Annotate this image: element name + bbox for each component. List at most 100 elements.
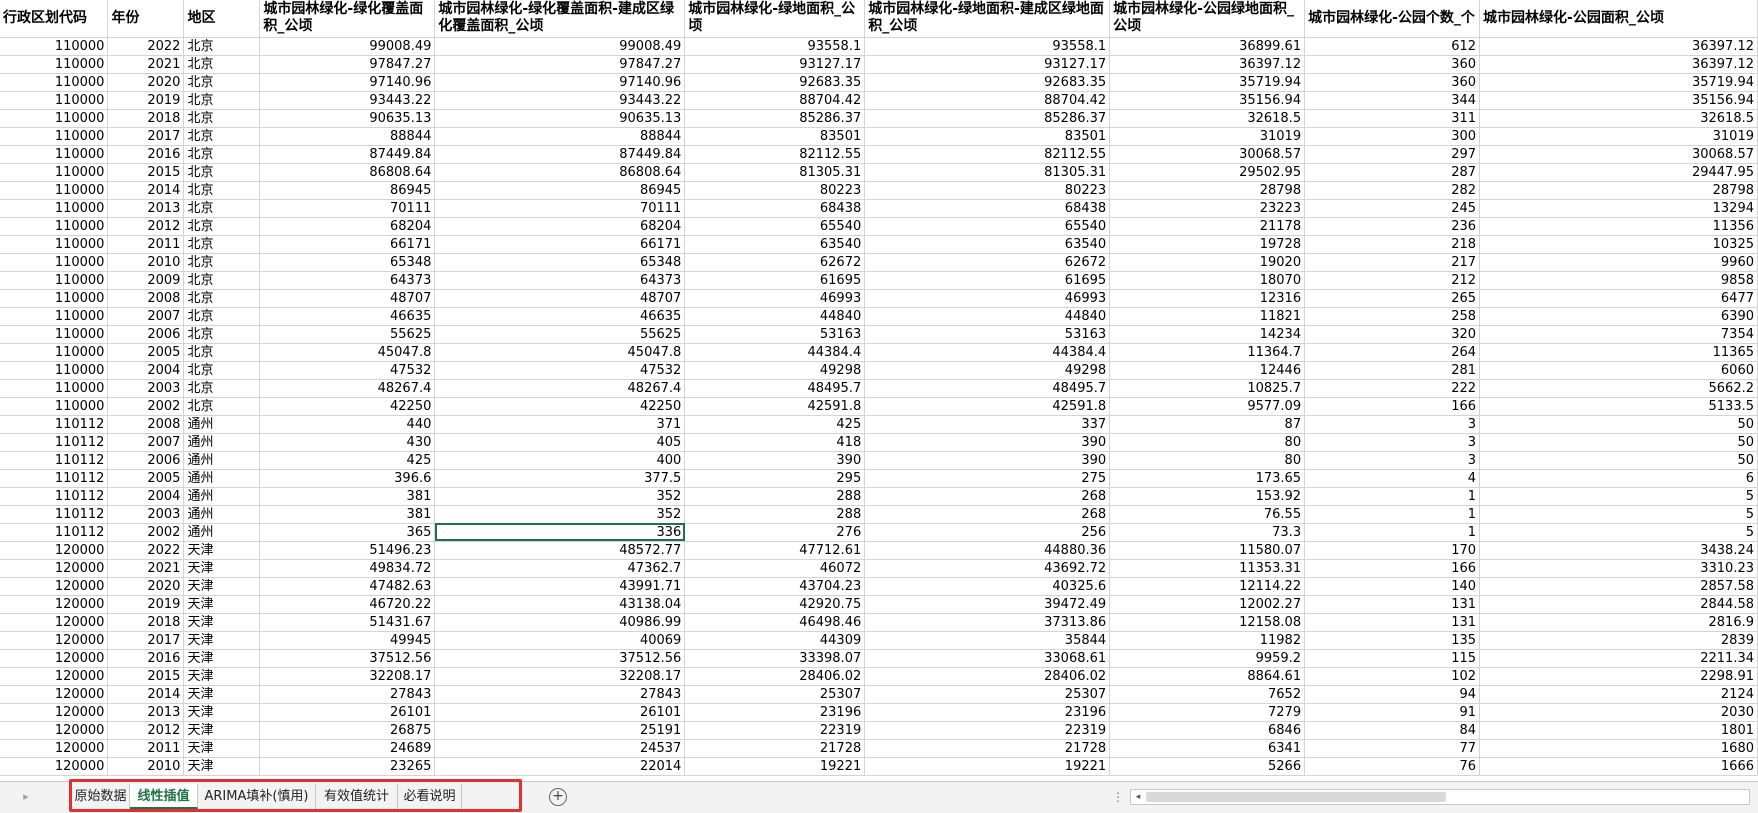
table-cell[interactable]: 46993	[684, 289, 866, 308]
table-cell[interactable]: 311	[1304, 109, 1481, 128]
table-cell[interactable]: 2006	[107, 451, 185, 470]
table-cell[interactable]: 53163	[864, 325, 1111, 344]
table-cell[interactable]: 166	[1304, 397, 1481, 416]
table-cell[interactable]: 2003	[107, 505, 185, 524]
table-cell[interactable]: 110000	[0, 343, 109, 362]
table-cell[interactable]: 276	[684, 523, 866, 542]
table-cell[interactable]: 2002	[107, 397, 185, 416]
table-cell[interactable]: 46635	[259, 307, 436, 326]
table-cell[interactable]: 通州	[183, 433, 261, 452]
table-cell[interactable]: 23223	[1109, 199, 1306, 218]
table-cell[interactable]: 62672	[864, 253, 1111, 272]
table-cell[interactable]: 北京	[183, 145, 261, 164]
table-cell[interactable]: 390	[684, 451, 866, 470]
table-cell[interactable]: 87449.84	[259, 145, 436, 164]
table-cell[interactable]: 37512.56	[259, 649, 436, 668]
column-header[interactable]: 城市园林绿化-公园面积_公顷	[1479, 0, 1758, 38]
table-cell[interactable]: 287	[1304, 163, 1481, 182]
table-cell[interactable]: 北京	[183, 289, 261, 308]
horizontal-scrollbar[interactable]: ◂	[1130, 789, 1750, 805]
table-cell[interactable]: 2003	[107, 379, 185, 398]
sheet-tab[interactable]: 有效值统计	[316, 784, 398, 809]
table-cell[interactable]: 21728	[684, 739, 866, 758]
table-cell[interactable]: 32208.17	[434, 667, 686, 686]
table-cell[interactable]: 135	[1304, 631, 1481, 650]
table-cell[interactable]: 430	[259, 433, 436, 452]
table-cell[interactable]: 6846	[1109, 721, 1306, 740]
table-cell[interactable]: 110000	[0, 199, 109, 218]
tab-nav-next-icon[interactable]: ▸	[18, 788, 34, 806]
table-cell[interactable]: 1	[1304, 487, 1481, 506]
table-cell[interactable]: 61695	[864, 271, 1111, 290]
table-cell[interactable]: 北京	[183, 217, 261, 236]
table-cell[interactable]: 49298	[684, 361, 866, 380]
table-cell[interactable]: 93558.1	[684, 37, 866, 56]
table-cell[interactable]: 北京	[183, 325, 261, 344]
table-cell[interactable]: 北京	[183, 361, 261, 380]
table-cell[interactable]: 2005	[107, 343, 185, 362]
table-cell[interactable]: 北京	[183, 127, 261, 146]
table-cell[interactable]: 47712.61	[684, 541, 866, 560]
table-cell[interactable]: 通州	[183, 451, 261, 470]
table-cell[interactable]: 110000	[0, 253, 109, 272]
table-cell[interactable]: 65348	[259, 253, 436, 272]
table-cell[interactable]: 42250	[434, 397, 686, 416]
table-cell[interactable]: 天津	[183, 595, 261, 614]
table-cell[interactable]: 88844	[259, 127, 436, 146]
table-cell[interactable]: 2011	[107, 235, 185, 254]
table-cell[interactable]: 7279	[1109, 703, 1306, 722]
table-cell[interactable]: 352	[434, 505, 686, 524]
table-cell[interactable]: 2019	[107, 91, 185, 110]
table-cell[interactable]: 120000	[0, 595, 109, 614]
table-cell[interactable]: 43991.71	[434, 577, 686, 596]
table-cell[interactable]: 166	[1304, 559, 1481, 578]
table-cell[interactable]: 44880.36	[864, 541, 1111, 560]
table-cell[interactable]: 55625	[259, 325, 436, 344]
table-cell[interactable]: 73.3	[1109, 523, 1306, 542]
table-cell[interactable]: 1801	[1479, 721, 1758, 740]
table-cell[interactable]: 102	[1304, 667, 1481, 686]
table-cell[interactable]: 2018	[107, 109, 185, 128]
table-cell[interactable]: 23265	[259, 757, 436, 776]
table-cell[interactable]: 268	[864, 505, 1111, 524]
table-cell[interactable]: 42920.75	[684, 595, 866, 614]
table-cell[interactable]: 2004	[107, 487, 185, 506]
table-cell[interactable]: 北京	[183, 397, 261, 416]
table-cell[interactable]: 北京	[183, 199, 261, 218]
table-cell[interactable]: 43704.23	[684, 577, 866, 596]
table-cell[interactable]: 86808.64	[259, 163, 436, 182]
table-cell[interactable]: 37313.86	[864, 613, 1111, 632]
table-cell[interactable]: 288	[684, 487, 866, 506]
table-cell[interactable]: 140	[1304, 577, 1481, 596]
table-cell[interactable]: 2015	[107, 667, 185, 686]
table-cell[interactable]: 3438.24	[1479, 541, 1758, 560]
table-cell[interactable]: 48572.77	[434, 541, 686, 560]
table-cell[interactable]: 65540	[864, 217, 1111, 236]
table-cell[interactable]: 2022	[107, 541, 185, 560]
table-cell[interactable]: 82112.55	[864, 145, 1111, 164]
split-handle-icon[interactable]: ⋮	[1112, 788, 1124, 806]
table-cell[interactable]: 120000	[0, 721, 109, 740]
table-cell[interactable]: 50	[1479, 415, 1758, 434]
table-cell[interactable]: 110112	[0, 469, 109, 488]
table-cell[interactable]: 2008	[107, 415, 185, 434]
table-cell[interactable]: 81305.31	[684, 163, 866, 182]
table-cell[interactable]: 22014	[434, 757, 686, 776]
table-cell[interactable]: 66171	[434, 235, 686, 254]
table-cell[interactable]: 131	[1304, 595, 1481, 614]
table-cell[interactable]: 36397.12	[1479, 55, 1758, 74]
table-cell[interactable]: 12316	[1109, 289, 1306, 308]
table-cell[interactable]: 4	[1304, 469, 1481, 488]
table-cell[interactable]: 110000	[0, 37, 109, 56]
column-header[interactable]: 城市园林绿化-绿地面积-建成区绿地面积_公顷	[864, 0, 1111, 38]
table-cell[interactable]: 1680	[1479, 739, 1758, 758]
table-cell[interactable]: 47532	[259, 361, 436, 380]
table-cell[interactable]: 2013	[107, 199, 185, 218]
table-cell[interactable]: 10825.7	[1109, 379, 1306, 398]
table-cell[interactable]: 48267.4	[259, 379, 436, 398]
table-cell[interactable]: 2016	[107, 649, 185, 668]
table-cell[interactable]: 5	[1479, 487, 1758, 506]
table-cell[interactable]: 110112	[0, 487, 109, 506]
table-cell[interactable]: 10325	[1479, 235, 1758, 254]
table-cell[interactable]: 2010	[107, 757, 185, 776]
